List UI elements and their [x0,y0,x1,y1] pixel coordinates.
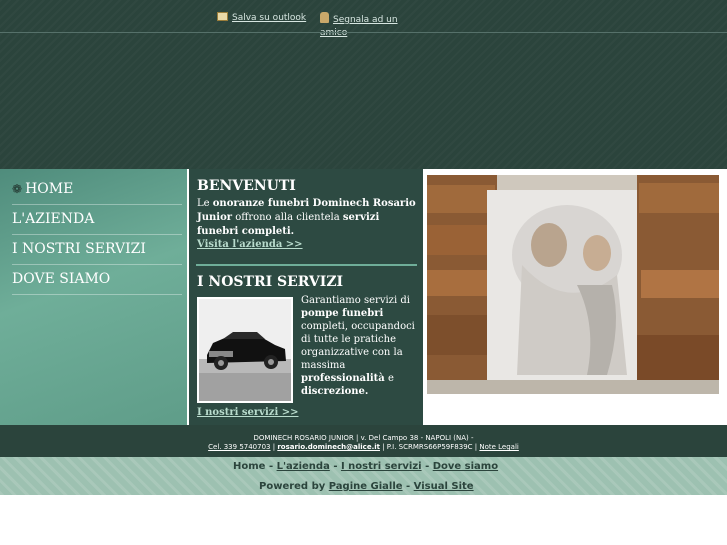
footer-servizi-link[interactable]: I nostri servizi [341,461,422,472]
visit-company-link[interactable]: Visita l'azienda >> [197,239,303,250]
header-divider [0,32,727,33]
nav-item-azienda[interactable]: L'AZIENDA [12,205,182,235]
sidebar-nav: ❁ HOME L'AZIENDA I NOSTRI SERVIZI DOVE SI… [0,169,187,425]
nav-item-servizi[interactable]: I NOSTRI SERVIZI [12,235,182,265]
email-link[interactable]: rosario.dominech@alice.it [277,443,380,451]
footer-home-link[interactable]: Home [233,461,265,472]
visual-site-link[interactable]: Visual Site [414,481,474,492]
chapel-photo [427,175,719,394]
powered-by: Powered by Pagine Gialle - Visual Site [259,481,474,492]
person-icon [320,12,329,23]
swirl-icon: ❁ [12,182,23,196]
welcome-text: Le onoranze funebri Dominech Rosario Jun… [197,198,416,237]
tell-a-friend-link[interactable]: Segnala ad un amico [320,12,415,40]
header-band: Salva su outlook Segnala ad un amico [0,0,727,169]
footer-info: DOMINECH ROSARIO JUNIOR | v. Del Campo 3… [0,425,727,457]
footer-company-line: DOMINECH ROSARIO JUNIOR | v. Del Campo 3… [253,434,474,442]
save-outlook-link[interactable]: Salva su outlook [217,12,306,25]
pagine-gialle-link[interactable]: Pagine Gialle [329,481,403,492]
legal-notes-link[interactable]: Note Legali [479,443,519,451]
vcard-icon [217,12,228,21]
content-divider [196,264,417,266]
footer-nav: Home - L'azienda - I nostri servizi - Do… [0,457,727,495]
services-text: Garantiamo servizi di pompe funebri comp… [301,295,415,397]
nav-item-home[interactable]: ❁ HOME [12,175,182,205]
footer-contact-line: Cel. 339 5740703 | rosario.dominech@alic… [208,443,519,451]
nav-item-dove-siamo[interactable]: DOVE SIAMO [12,265,182,295]
hearse-car-image [197,297,293,403]
main-content: BENVENUTI Le onoranze funebri Dominech R… [189,169,423,425]
phone-link[interactable]: Cel. 339 5740703 [208,443,270,451]
services-heading: I NOSTRI SERVIZI [197,274,344,290]
footer-azienda-link[interactable]: L'azienda [277,461,330,472]
welcome-heading: BENVENUTI [197,178,296,194]
our-services-link[interactable]: I nostri servizi >> [197,407,298,418]
footer-dove-siamo-link[interactable]: Dove siamo [433,461,498,472]
